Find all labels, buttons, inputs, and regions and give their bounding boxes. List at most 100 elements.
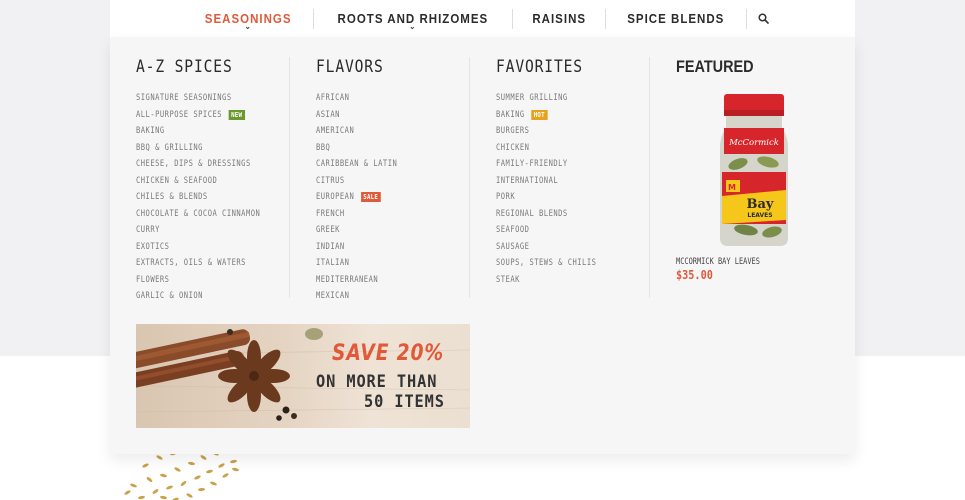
seed [197, 487, 206, 492]
svg-text:M: M [728, 183, 736, 192]
menu-item-label: CHEESE, DIPS & DRESSINGS [136, 159, 251, 170]
seed [209, 480, 218, 487]
menu-item-label: CITRUS [316, 175, 345, 186]
menu-item[interactable]: PORK [496, 189, 596, 206]
nav-divider [312, 8, 314, 29]
menu-column-az-spices: A-Z SPICES SIGNATURE SEASONINGS ALL-PURPO… [136, 57, 288, 305]
menu-item[interactable]: SEAFOOD [496, 222, 596, 239]
column-title: FAVORITES [496, 57, 583, 77]
seed [151, 488, 160, 495]
menu-item[interactable]: MEXICAN [316, 288, 397, 305]
seed [185, 492, 194, 499]
menu-item-label: GREEK [316, 225, 340, 236]
chevron-down-icon: ⌄ [245, 22, 253, 31]
menu-item[interactable]: AMERICAN [316, 123, 397, 140]
column-divider [469, 57, 470, 298]
menu-item-label: STEAK [496, 274, 520, 285]
menu-item-label: CURRY [136, 225, 160, 236]
menu-item[interactable]: EXOTICS [136, 239, 260, 256]
product-image[interactable]: McCormick M Bay LEAVES [716, 92, 792, 248]
menu-item-label: PORK [496, 192, 516, 203]
menu-item[interactable]: GARLIC & ONION [136, 288, 260, 305]
menu-item-label: MEDITERRANEAN [316, 274, 379, 285]
menu-item-label: SOUPS, STEWS & CHILIS [496, 258, 597, 269]
seed [155, 454, 164, 461]
menu-item[interactable]: MEDITERRANEAN [316, 272, 397, 289]
jar-label-subtext: LEAVES [747, 212, 772, 219]
column-title: FEATURED [676, 57, 754, 76]
menu-item-label: SAUSAGE [496, 241, 530, 252]
menu-item[interactable]: BBQ [316, 140, 397, 157]
menu-item[interactable]: CHOCOLATE & COCOA CINNAMON [136, 206, 260, 223]
menu-item[interactable]: SAUSAGE [496, 239, 596, 256]
mega-menu: A-Z SPICES SIGNATURE SEASONINGS ALL-PURPO… [110, 37, 855, 454]
menu-item[interactable]: BURGERS [496, 123, 596, 140]
nav-item-seasonings[interactable]: SEASONINGS ⌄ [190, 0, 308, 37]
menu-item-label: GARLIC & ONION [136, 291, 203, 302]
product-name[interactable]: MCCORMICK BAY LEAVES [676, 257, 760, 267]
menu-item[interactable]: SOUPS, STEWS & CHILIS [496, 255, 596, 272]
seed [187, 461, 196, 466]
promo-banner[interactable]: SAVE 20% ON MORE THAN 50 ITEMS [136, 324, 470, 428]
menu-item[interactable]: BBQ & GRILLING [136, 140, 260, 157]
seed [229, 459, 238, 464]
menu-item-label: CHOCOLATE & COCOA CINNAMON [136, 208, 261, 219]
favorites-list: SUMMER GRILLING BAKING HOT BURGERS CHICKEN FA… [496, 90, 618, 288]
menu-item[interactable]: ALL-PURPOSE SPICES NEW [136, 107, 260, 124]
menu-item[interactable]: FLOWERS [136, 272, 260, 289]
menu-item-label: ALL-PURPOSE SPICES [136, 109, 223, 120]
badge-new: NEW [228, 109, 245, 120]
menu-item[interactable]: CHICKEN [496, 140, 596, 157]
seed [165, 484, 174, 491]
seed [193, 474, 202, 481]
menu-item[interactable]: FRENCH [316, 206, 397, 223]
nav-item-raisins[interactable]: RAISINS [516, 0, 601, 37]
menu-item[interactable]: EXTRACTS, OILS & WATERS [136, 255, 260, 272]
menu-item-label: AMERICAN [316, 126, 355, 137]
seed [159, 495, 168, 500]
menu-item-label: INDIAN [316, 241, 345, 252]
menu-item[interactable]: INTERNATIONAL [496, 173, 596, 190]
banner-subtext-line1: ON MORE THAN [316, 372, 438, 392]
menu-item-label: EXTRACTS, OILS & WATERS [136, 258, 246, 269]
menu-item[interactable]: STEAK [496, 272, 596, 289]
nav-divider [511, 8, 513, 29]
menu-item[interactable]: CHEESE, DIPS & DRESSINGS [136, 156, 260, 173]
menu-item[interactable]: INDIAN [316, 239, 397, 256]
menu-item[interactable]: SUMMER GRILLING [496, 90, 596, 107]
menu-item[interactable]: AFRICAN [316, 90, 397, 107]
az-spices-list: SIGNATURE SEASONINGS ALL-PURPOSE SPICES NE… [136, 90, 288, 305]
menu-item[interactable]: ASIAN [316, 107, 397, 124]
menu-item-label: SIGNATURE SEASONINGS [136, 93, 232, 104]
menu-item[interactable]: GREEK [316, 222, 397, 239]
nav-item-label: SPICE BLENDS [627, 11, 725, 26]
seed [231, 467, 240, 472]
menu-column-flavors: FLAVORS AFRICAN ASIAN AMERICAN BBQ CARIBBEAN… [316, 57, 415, 305]
menu-item[interactable]: CHILES & BLENDS [136, 189, 260, 206]
menu-item[interactable]: BAKING [136, 123, 260, 140]
search-button[interactable] [747, 0, 781, 37]
menu-item[interactable]: SIGNATURE SEASONINGS [136, 90, 260, 107]
menu-item[interactable]: ITALIAN [316, 255, 397, 272]
jar-brand-text: McCormick [728, 138, 779, 148]
nav-item-spice-blends[interactable]: SPICE BLENDS [612, 0, 740, 37]
menu-item[interactable]: EUROPEAN SALE [316, 189, 397, 206]
menu-item-label: BBQ & GRILLING [136, 142, 203, 153]
seed [217, 462, 226, 469]
menu-item[interactable]: CARIBBEAN & LATIN [316, 156, 397, 173]
seed [141, 462, 150, 469]
menu-item[interactable]: FAMILY-FRIENDLY [496, 156, 596, 173]
menu-item[interactable]: CHICKEN & SEAFOOD [136, 173, 260, 190]
column-divider [649, 57, 650, 298]
banner-subtext-line2: 50 ITEMS [364, 392, 445, 412]
nav-item-roots-and-rhizomes[interactable]: ROOTS AND RHIZOMES ⌄ [322, 0, 504, 37]
menu-item[interactable]: CURRY [136, 222, 260, 239]
menu-item-label: SEAFOOD [496, 225, 530, 236]
menu-item[interactable]: BAKING HOT [496, 107, 596, 124]
banner-discount-text: SAVE 20% [332, 341, 444, 366]
search-icon [758, 13, 769, 24]
seed [137, 495, 146, 500]
flavors-list: AFRICAN ASIAN AMERICAN BBQ CARIBBEAN & LATIN… [316, 90, 415, 305]
menu-item[interactable]: CITRUS [316, 173, 397, 190]
menu-item[interactable]: REGIONAL BLENDS [496, 206, 596, 223]
